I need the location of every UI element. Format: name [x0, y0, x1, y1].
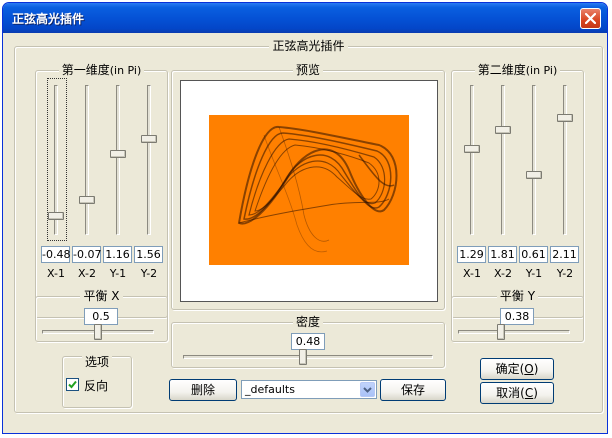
balance-y-value[interactable]: 0.38 — [500, 308, 534, 325]
plugin-dialog: 正弦高光插件 正弦高光插件 第一维度(in Pi) 第二维度(in Pi) 预览 — [2, 2, 608, 434]
balance-x-value[interactable]: 0.5 — [84, 308, 118, 325]
dim2-x1-thumb[interactable] — [464, 145, 480, 154]
close-button[interactable] — [580, 8, 601, 29]
save-preset-button[interactable]: 保存 — [380, 379, 446, 401]
balance-y-slider[interactable] — [458, 330, 570, 334]
dim1-y2-value[interactable]: 1.56 — [134, 246, 163, 263]
title-bar[interactable]: 正弦高光插件 — [3, 3, 607, 33]
dim1-y1-value[interactable]: 1.16 — [103, 246, 132, 263]
dim2-y1-axis-label: Y-1 — [525, 267, 543, 280]
dim1-x1-axis-label: X-1 — [47, 267, 65, 280]
preview-frame — [180, 80, 438, 302]
dim2-x2-value[interactable]: 1.81 — [488, 246, 517, 263]
dim2-y2-value[interactable]: 2.11 — [550, 246, 579, 263]
dim1-x2-thumb[interactable] — [79, 196, 95, 205]
dim2-x1-value[interactable]: 1.29 — [457, 246, 486, 263]
dropdown-arrow-button[interactable] — [360, 382, 375, 397]
preview-image — [209, 115, 409, 265]
dim1-y2-slider[interactable] — [147, 85, 151, 235]
dim2-label: 第二维度(in Pi) — [474, 63, 561, 77]
reverse-label: 反向 — [84, 379, 109, 393]
dim2-y1-value[interactable]: 0.61 — [519, 246, 548, 263]
dim2-y2-slider[interactable] — [563, 85, 567, 235]
dim1-label: 第一维度(in Pi) — [58, 63, 145, 77]
checkmark-icon — [68, 380, 77, 389]
cancel-button[interactable]: 取消(C) — [480, 382, 554, 404]
density-thumb[interactable] — [299, 349, 307, 365]
dim2-y2-axis-label: Y-2 — [556, 267, 574, 280]
chevron-down-icon — [363, 387, 372, 393]
window-title: 正弦高光插件 — [12, 12, 85, 26]
density-slider[interactable] — [183, 355, 433, 359]
options-label: 选项 — [81, 355, 112, 369]
ok-button[interactable]: 确定(O) — [480, 358, 554, 380]
dim2-y2-thumb[interactable] — [557, 114, 573, 123]
dim1-y1-thumb[interactable] — [110, 150, 126, 158]
balance-y-label: 平衡 Y — [496, 289, 539, 303]
dim2-x1-axis-label: X-1 — [463, 267, 481, 280]
density-label: 密度 — [292, 315, 323, 329]
dim1-x2-axis-label: X-2 — [78, 267, 96, 280]
dim2-y1-slider[interactable] — [532, 85, 536, 235]
dim1-y1-axis-label: Y-1 — [109, 267, 127, 280]
balance-x-thumb[interactable] — [94, 324, 102, 340]
dim1-x2-value[interactable]: -0.07 — [72, 246, 101, 263]
balance-x-label: 平衡 X — [80, 289, 123, 303]
preview-label: 预览 — [292, 63, 323, 77]
main-group-label: 正弦高光插件 — [269, 39, 348, 53]
close-icon — [585, 13, 596, 24]
dim2-x2-thumb[interactable] — [495, 125, 511, 134]
delete-preset-button[interactable]: 删除 — [169, 379, 237, 401]
dim2-x1-slider[interactable] — [470, 85, 474, 235]
dialog-body: 正弦高光插件 第一维度(in Pi) 第二维度(in Pi) 预览 平衡 X 平… — [6, 33, 604, 430]
dim2-y1-thumb[interactable] — [526, 170, 542, 179]
preset-dropdown[interactable]: _defaults — [241, 380, 377, 399]
dim1-x1-value[interactable]: -0.48 — [41, 246, 70, 263]
preset-selected-value: _defaults — [245, 383, 295, 396]
preview-group: 预览 — [171, 63, 445, 310]
density-value[interactable]: 0.48 — [291, 333, 325, 350]
dim2-x2-slider[interactable] — [501, 85, 505, 235]
dim1-y2-axis-label: Y-2 — [140, 267, 158, 280]
dim1-y2-thumb[interactable] — [141, 135, 157, 143]
dim1-x1-thumb[interactable] — [48, 211, 64, 220]
reverse-checkbox[interactable] — [66, 378, 79, 391]
balance-y-thumb[interactable] — [496, 324, 505, 340]
dim2-x2-axis-label: X-2 — [494, 267, 512, 280]
dim1-x2-slider[interactable] — [85, 85, 89, 235]
dim1-y1-slider[interactable] — [116, 85, 120, 235]
